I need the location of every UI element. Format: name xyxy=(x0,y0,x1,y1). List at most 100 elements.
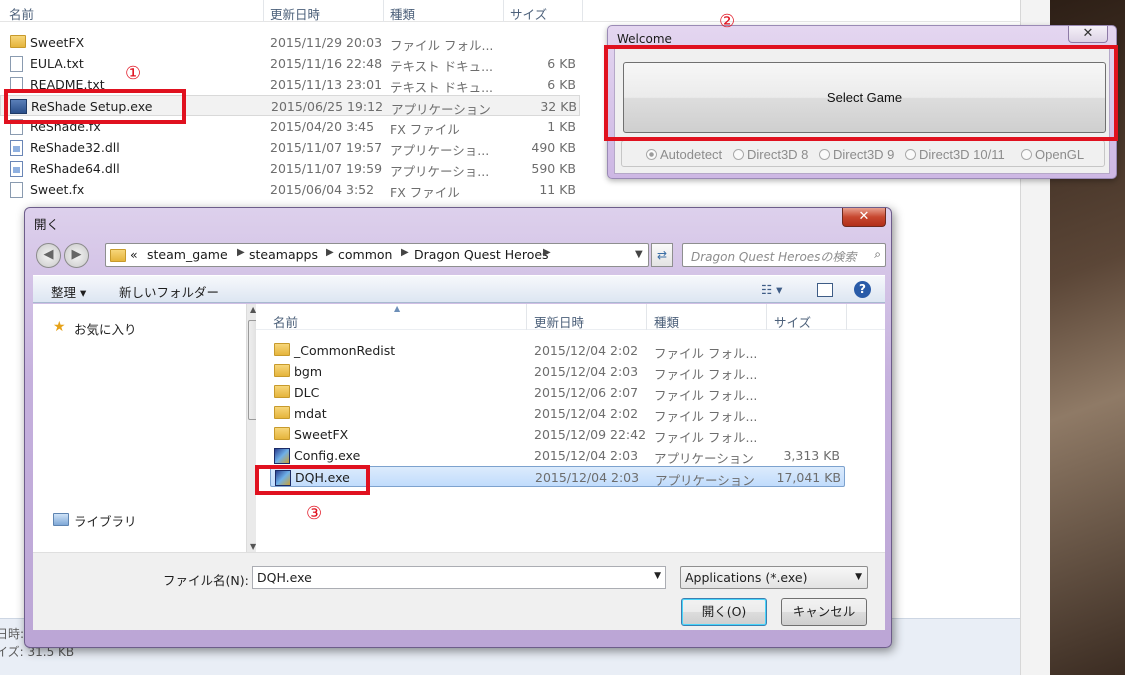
welcome-title: Welcome xyxy=(617,32,672,46)
file-type-filter[interactable]: Applications (*.exe) ▼ xyxy=(680,566,868,589)
chevron-right-icon[interactable]: ▶ xyxy=(326,247,334,258)
col-date[interactable]: 更新日時 xyxy=(534,312,584,331)
item-name: mdat xyxy=(294,406,327,421)
radio-label: Direct3D 8 xyxy=(747,147,809,162)
nav-libraries[interactable]: ライブラリ xyxy=(74,511,137,530)
list-item[interactable]: _CommonRedist 2015/12/04 2:02 ファイル フォル..… xyxy=(270,340,845,361)
bg-status-date: 日時: xyxy=(0,627,25,641)
item-name: DLC xyxy=(294,385,320,400)
item-date: 2015/12/04 2:03 xyxy=(534,448,639,463)
folder-icon xyxy=(274,427,290,440)
address-bar[interactable]: « steam_game ▶ steamapps ▶ common ▶ Drag… xyxy=(105,243,649,267)
open-button[interactable]: 開く(O) xyxy=(681,598,767,626)
item-size: 17,041 KB xyxy=(776,470,841,485)
breadcrumb-dragon-quest-heroes[interactable]: Dragon Quest Heroes xyxy=(414,247,549,262)
bg-col-type[interactable]: 種類 xyxy=(390,4,415,23)
item-date: 2015/12/04 2:03 xyxy=(534,364,639,379)
annotation-label-1: ① xyxy=(125,63,142,84)
dialog-close-button[interactable]: ✕ xyxy=(842,208,886,227)
chevron-down-icon[interactable]: ▼ xyxy=(855,572,862,582)
bg-col-name[interactable]: 名前 xyxy=(9,4,34,23)
radio-autodetect[interactable]: Autodetect xyxy=(646,147,722,162)
folder-icon xyxy=(274,385,290,398)
radio-direct3d-8[interactable]: Direct3D 8 xyxy=(733,147,808,162)
refresh-icon[interactable]: ⇄ xyxy=(651,243,673,267)
breadcrumb-common[interactable]: common xyxy=(338,247,392,262)
dialog-title: 開く xyxy=(34,217,60,232)
command-bar: 整理 ▾ 新しいフォルダー ☷ ▾ ? xyxy=(33,275,885,303)
bg-file-size: 490 KB xyxy=(531,140,576,155)
bg-file-row[interactable]: EULA.txt 2015/11/16 22:48 テキスト ドキュ... 6 … xyxy=(0,53,580,74)
bg-file-size: 6 KB xyxy=(547,56,576,71)
item-date: 2015/12/04 2:02 xyxy=(534,406,639,421)
search-placeholder: Dragon Quest Heroesの検索 xyxy=(691,250,857,264)
text-file-icon xyxy=(10,56,23,72)
bg-file-date: 2015/11/16 22:48 xyxy=(270,56,383,71)
item-date: 2015/12/06 2:07 xyxy=(534,385,639,400)
bg-file-name: ReShade64.dll xyxy=(30,161,120,176)
bg-col-date[interactable]: 更新日時 xyxy=(270,4,320,23)
chevron-right-icon[interactable]: ▶ xyxy=(237,247,245,258)
organize-button[interactable]: 整理 ▾ xyxy=(51,282,86,301)
breadcrumb-steamapps[interactable]: steamapps xyxy=(249,247,318,262)
radio-dot-icon xyxy=(646,149,657,160)
folder-icon xyxy=(274,364,290,377)
chevron-right-icon[interactable]: ▶ xyxy=(401,247,409,258)
col-size[interactable]: サイズ xyxy=(774,312,811,331)
search-icon[interactable]: ⌕ xyxy=(874,247,881,262)
list-item[interactable]: bgm 2015/12/04 2:03 ファイル フォル... xyxy=(270,361,845,382)
item-name: SweetFX xyxy=(294,427,349,442)
filename-input[interactable]: DQH.exe ▼ xyxy=(252,566,666,589)
item-type: ファイル フォル... xyxy=(654,388,758,403)
help-icon[interactable]: ? xyxy=(854,281,871,298)
nav-favorites[interactable]: お気に入り xyxy=(74,319,137,338)
chevron-down-icon[interactable]: ▼ xyxy=(635,249,643,260)
star-icon: ★ xyxy=(53,319,66,335)
bg-file-type: ファイル フォル... xyxy=(390,38,494,53)
search-input[interactable]: Dragon Quest Heroesの検索 ⌕ xyxy=(682,243,886,267)
cancel-button[interactable]: キャンセル xyxy=(781,598,867,626)
radio-label: Autodetect xyxy=(660,147,723,162)
bg-file-type: FX ファイル xyxy=(390,122,460,137)
list-item[interactable]: mdat 2015/12/04 2:02 ファイル フォル... xyxy=(270,403,845,424)
bg-file-row[interactable]: Sweet.fx 2015/06/04 3:52 FX ファイル 11 KB xyxy=(0,179,580,200)
radio-direct3d-9[interactable]: Direct3D 9 xyxy=(819,147,894,162)
item-type: ファイル フォル... xyxy=(654,430,758,445)
col-type[interactable]: 種類 xyxy=(654,312,679,331)
folder-icon xyxy=(10,35,26,48)
welcome-close-button[interactable]: ✕ xyxy=(1068,26,1108,43)
bg-file-row[interactable]: ReShade64.dll 2015/11/07 19:59 アプリケーショ..… xyxy=(0,158,580,179)
bg-file-type: FX ファイル xyxy=(390,185,460,200)
filename-value: DQH.exe xyxy=(257,570,312,585)
bg-file-name: SweetFX xyxy=(30,35,85,50)
list-item[interactable]: Config.exe 2015/12/04 2:03 アプリケーション 3,31… xyxy=(270,445,845,466)
bg-col-size[interactable]: サイズ xyxy=(510,4,547,23)
view-options-icon[interactable]: ☷ ▾ xyxy=(761,282,782,297)
item-type: ファイル フォル... xyxy=(654,409,758,424)
radio-direct3d-10-11[interactable]: Direct3D 10/11 xyxy=(905,147,1005,162)
col-name[interactable]: 名前 xyxy=(273,312,298,331)
radio-label: OpenGL xyxy=(1035,147,1085,162)
list-item[interactable]: DLC 2015/12/06 2:07 ファイル フォル... xyxy=(270,382,845,403)
preview-pane-icon[interactable] xyxy=(817,283,833,297)
chevron-down-icon[interactable]: ▼ xyxy=(654,571,661,581)
radio-dot-icon xyxy=(1021,149,1032,160)
forward-arrow-icon[interactable]: ▶ xyxy=(64,243,89,268)
list-item[interactable]: SweetFX 2015/12/09 22:42 ファイル フォル... xyxy=(270,424,845,445)
dll-icon xyxy=(10,140,23,156)
annotation-box-1 xyxy=(4,89,186,124)
list-column-header: 名前 ▲ 更新日時 種類 サイズ xyxy=(256,304,885,330)
bg-file-row[interactable]: ReShade32.dll 2015/11/07 19:57 アプリケーショ..… xyxy=(0,137,580,158)
item-date: 2015/12/04 2:02 xyxy=(534,343,639,358)
breadcrumb-overflow[interactable]: « xyxy=(130,247,138,262)
bg-file-row[interactable]: SweetFX 2015/11/29 20:03 ファイル フォル... xyxy=(0,32,580,53)
navigation-pane: ★ お気に入り ライブラリ ▲ ▼ xyxy=(33,304,263,552)
radio-dot-icon xyxy=(905,149,916,160)
sort-asc-icon: ▲ xyxy=(394,304,401,313)
breadcrumb-steam-game[interactable]: steam_game xyxy=(147,247,228,262)
chevron-right-icon[interactable]: ▶ xyxy=(543,247,551,258)
radio-opengl[interactable]: OpenGL xyxy=(1021,147,1084,162)
back-arrow-icon[interactable]: ◀ xyxy=(36,243,61,268)
item-type: ファイル フォル... xyxy=(654,367,758,382)
new-folder-button[interactable]: 新しいフォルダー xyxy=(119,282,219,301)
